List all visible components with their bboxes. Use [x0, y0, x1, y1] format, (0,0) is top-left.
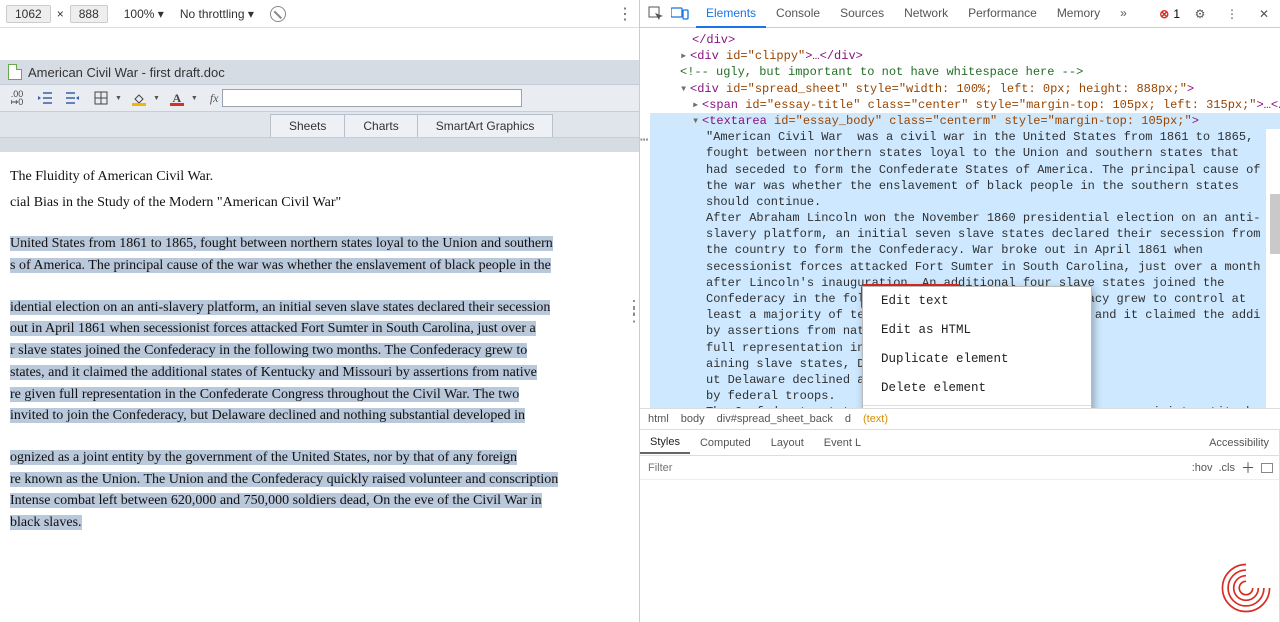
tab-styles[interactable]: Styles [640, 432, 690, 454]
document-icon [8, 64, 22, 80]
doc-selection: s of America. The principal cause of the… [10, 258, 551, 273]
dom-scrollbar[interactable] [1270, 54, 1280, 408]
toggle-computed-box-icon[interactable] [1261, 463, 1273, 473]
borders-dropdown-icon[interactable]: ▼ [115, 95, 122, 102]
document-page[interactable]: The Fluidity of American Civil War. cial… [0, 152, 639, 622]
doc-selection: ognized as a joint entity by the governm… [10, 450, 517, 465]
viewport-height[interactable]: 888 [70, 5, 108, 23]
borders-button[interactable] [90, 88, 112, 108]
viewport-width[interactable]: 1062 [6, 5, 51, 23]
dom-node[interactable]: ▸<div id="clippy">…</div> [650, 48, 1280, 64]
outdent-button[interactable] [34, 88, 56, 108]
tab-elements[interactable]: Elements [696, 0, 766, 28]
doc-tabbar: Sheets Charts SmartArt Graphics [0, 112, 639, 138]
no-override-icon[interactable] [270, 6, 286, 22]
tab-sources[interactable]: Sources [830, 0, 894, 28]
formula-input[interactable] [222, 89, 522, 107]
dom-node-selected[interactable]: ▾<textarea id="essay_body" class="center… [650, 113, 1280, 129]
tab-computed[interactable]: Computed [690, 433, 761, 453]
error-count: 1 [1173, 7, 1180, 21]
elements-dom-tree[interactable]: ⋯ </div> ▸<div id="clippy">…</div> <!-- … [640, 28, 1280, 408]
doc-selection: r slave states joined the Confederacy in… [10, 343, 527, 358]
brand-logo-icon [1218, 560, 1274, 616]
devtools-menu-icon[interactable]: ⋮ [1220, 2, 1244, 26]
context-menu-item[interactable]: Duplicate element [863, 345, 1091, 374]
doc-heading-1: The Fluidity of American Civil War. [10, 166, 629, 188]
dom-gutter-ellipsis[interactable]: ⋯ [640, 132, 648, 151]
decrease-decimal-button[interactable]: .00↦0 [6, 88, 28, 108]
devtools-close-icon[interactable]: ✕ [1252, 2, 1276, 26]
devtools-tabbar: Elements Console Sources Network Perform… [640, 0, 1280, 28]
doc-selection: United States from 1861 to 1865, fought … [10, 236, 553, 251]
inspect-icon[interactable] [644, 2, 668, 26]
tabs-overflow[interactable]: » [1110, 0, 1137, 28]
doc-heading-2: cial Bias in the Study of the Modern "Am… [10, 192, 629, 214]
hov-toggle[interactable]: :hov [1192, 462, 1213, 474]
error-indicator[interactable]: ⊗ 1 [1159, 7, 1180, 21]
doc-selection: states, and it claimed the additional st… [10, 365, 537, 380]
crumb[interactable]: html [648, 413, 669, 425]
context-menu-item[interactable]: Delete element [863, 374, 1091, 403]
context-menu: Edit textEdit as HTMLDuplicate elementDe… [862, 286, 1092, 408]
fill-dropdown-icon[interactable]: ▼ [153, 95, 160, 102]
tab-accessibility[interactable]: Accessibility [1199, 433, 1279, 453]
tab-sheets[interactable]: Sheets [270, 114, 345, 137]
throttling-select[interactable]: No throttling ▾ [180, 7, 254, 21]
crumb[interactable]: body [681, 413, 705, 425]
formula-label: fx [210, 91, 219, 106]
dom-breadcrumbs[interactable]: html body div#spread_sheet_back d (text) [640, 408, 1280, 430]
zoom-select[interactable]: 100% ▾ [124, 7, 164, 21]
tab-memory[interactable]: Memory [1047, 0, 1110, 28]
cls-toggle[interactable]: .cls [1219, 462, 1236, 474]
dom-node[interactable]: </div> [650, 32, 1280, 48]
dom-comment[interactable]: <!-- ugly, but important to not have whi… [650, 64, 1280, 80]
rendered-page-pane: 1062 × 888 100% ▾ No throttling ▾ ⋮ Amer… [0, 0, 640, 622]
context-menu-item[interactable]: Edit text [863, 287, 1091, 316]
doc-selection: Intense combat left between 620,000 and … [10, 493, 542, 508]
styles-area: Styles Computed Layout Event L Accessibi… [640, 430, 1280, 622]
indent-button[interactable] [62, 88, 84, 108]
tab-layout[interactable]: Layout [761, 433, 814, 453]
tab-smartart[interactable]: SmartArt Graphics [417, 114, 554, 137]
document-titlebar: American Civil War - first draft.doc [0, 60, 639, 84]
tab-charts[interactable]: Charts [344, 114, 417, 137]
doc-selection: re known as the Union. The Union and the… [10, 472, 558, 487]
context-menu-item[interactable]: Edit as HTML [863, 316, 1091, 345]
crumb-text[interactable]: (text) [863, 413, 888, 425]
context-menu-separator [863, 405, 1091, 406]
dimension-separator: × [57, 7, 64, 21]
crumb[interactable]: d [845, 413, 851, 425]
device-toolbar-menu-icon[interactable]: ⋮ [617, 4, 633, 24]
doc-selection: re given full representation in the Conf… [10, 387, 519, 402]
new-style-rule-icon[interactable]: ＋ [1241, 458, 1255, 478]
dom-node[interactable]: ▸<span id="essay-title" class="center" s… [650, 97, 1280, 113]
font-color-button[interactable]: A [166, 88, 188, 108]
doc-selection: black slaves. [10, 515, 82, 530]
document-app-window: American Civil War - first draft.doc .00… [0, 60, 639, 622]
crumb[interactable]: div#spread_sheet_back [717, 413, 833, 425]
pane-splitter-handle[interactable]: ⋮⋮ [625, 303, 641, 319]
document-title: American Civil War - first draft.doc [28, 65, 225, 80]
device-toolbar: 1062 × 888 100% ▾ No throttling ▾ ⋮ [0, 0, 639, 28]
tab-performance[interactable]: Performance [958, 0, 1047, 28]
doc-selection: idential election on an anti-slavery pla… [10, 300, 550, 315]
tab-console[interactable]: Console [766, 0, 830, 28]
fill-color-button[interactable] [128, 88, 150, 108]
doc-selection: invited to join the Confederacy, but Del… [10, 408, 525, 423]
document-toolbar: .00↦0 ▼ ▼ A ▼ fx [0, 84, 639, 112]
context-menu-item[interactable]: Copy [863, 408, 1091, 409]
device-toggle-icon[interactable] [668, 2, 692, 26]
error-icon: ⊗ [1159, 7, 1169, 21]
dom-node[interactable]: ▾<div id="spread_sheet" style="width: 10… [650, 81, 1280, 97]
styles-filter-input[interactable] [640, 460, 1192, 476]
font-color-dropdown-icon[interactable]: ▼ [191, 95, 198, 102]
tab-event-listeners[interactable]: Event L [814, 433, 871, 453]
devtools-pane: Elements Console Sources Network Perform… [640, 0, 1280, 622]
settings-gear-icon[interactable]: ⚙ [1188, 2, 1212, 26]
tab-network[interactable]: Network [894, 0, 958, 28]
doc-selection: out in April 1861 when secessionist forc… [10, 321, 536, 336]
styles-tabbar: Styles Computed Layout Event L Accessibi… [640, 430, 1279, 456]
